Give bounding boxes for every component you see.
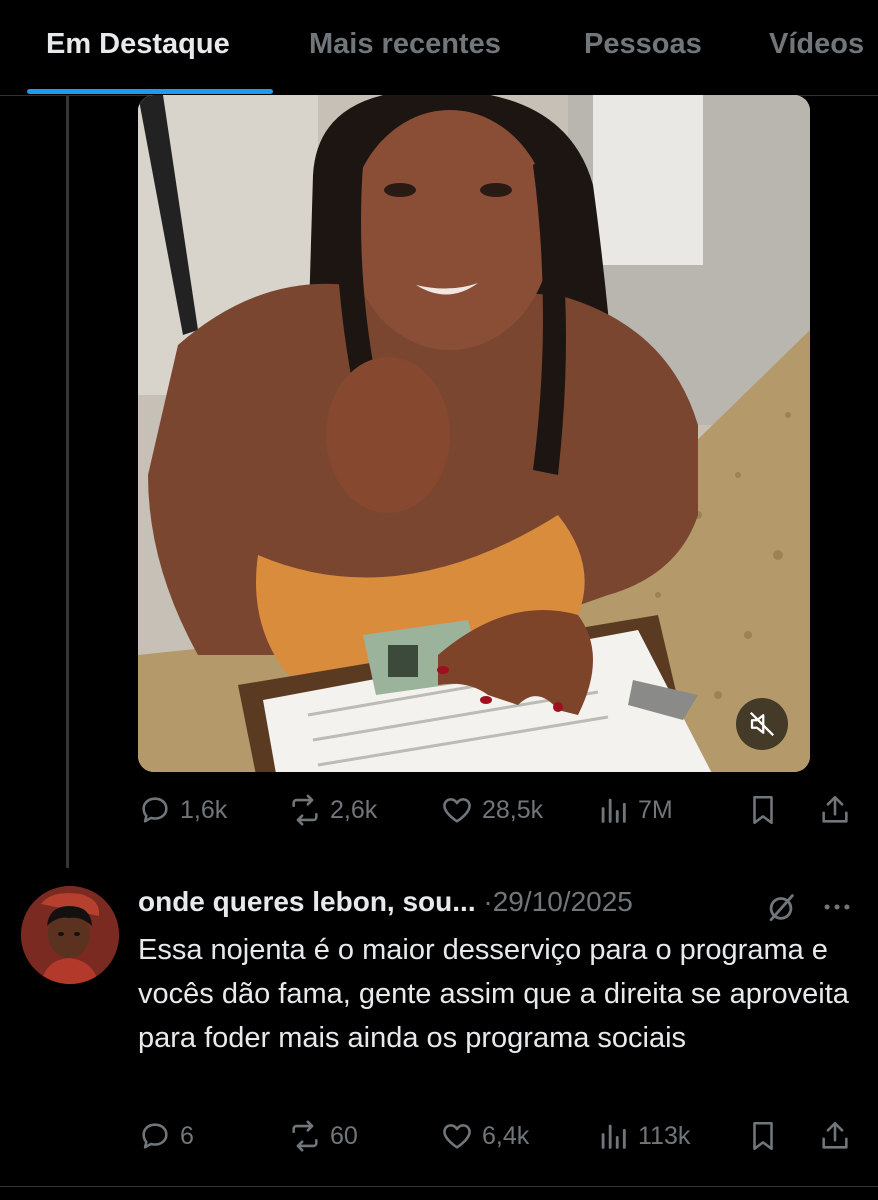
repost-icon <box>292 1120 318 1152</box>
like-button[interactable]: 28,5k <box>440 790 543 830</box>
reply-icon <box>142 1123 168 1149</box>
search-tabs: Em Destaque Mais recentes Pessoas Vídeos <box>0 0 878 96</box>
views-chart-icon <box>601 1124 626 1149</box>
like-count: 6,4k <box>482 1121 530 1150</box>
repost-button[interactable]: 2,6k <box>288 790 377 830</box>
reply-icon <box>142 797 168 823</box>
avatar-image <box>21 886 119 984</box>
post-action-bar: 1,6k 2,6k 28,5k 7M <box>138 790 860 830</box>
reply-text: Essa nojenta é o maior desserviço para o… <box>138 934 849 1054</box>
reply-button[interactable]: 6 <box>138 1116 194 1156</box>
tab-em-destaque[interactable]: Em Destaque <box>46 28 230 61</box>
mute-toggle-button[interactable] <box>736 698 788 750</box>
bookmark-icon <box>753 795 773 825</box>
avatar[interactable] <box>21 886 119 984</box>
like-count: 28,5k <box>482 795 544 824</box>
share-button[interactable] <box>818 790 852 830</box>
bookmark-button[interactable] <box>746 1116 780 1156</box>
heart-icon <box>443 798 471 823</box>
reply-action-bar: 6 60 6,4k 113k <box>138 1116 860 1156</box>
more-options-icon[interactable] <box>820 890 854 924</box>
reply-button[interactable]: 1,6k <box>138 790 227 830</box>
header-separator: · <box>483 886 493 917</box>
share-icon <box>822 795 848 823</box>
repost-count: 2,6k <box>330 795 378 824</box>
share-icon <box>822 1121 848 1149</box>
thread-connector-line <box>66 96 69 868</box>
reply-post[interactable]: onde queres lebon, sou... ·29/10/2025 Es… <box>0 868 878 1187</box>
author-name[interactable]: onde queres lebon, sou... <box>138 886 476 917</box>
like-button[interactable]: 6,4k <box>440 1116 529 1156</box>
tab-mais-recentes[interactable]: Mais recentes <box>309 28 501 61</box>
reply-header: onde queres lebon, sou... ·29/10/2025 <box>138 886 738 922</box>
repost-button[interactable]: 60 <box>288 1116 358 1156</box>
active-tab-indicator <box>27 89 273 94</box>
views-count: 7M <box>638 795 673 824</box>
post-video[interactable] <box>138 95 810 772</box>
views-count: 113k <box>638 1121 691 1150</box>
bookmark-button[interactable] <box>746 790 780 830</box>
views-button[interactable]: 7M <box>596 790 673 830</box>
tab-videos[interactable]: Vídeos <box>769 28 864 61</box>
video-frame-illustration <box>138 95 810 772</box>
tab-pessoas[interactable]: Pessoas <box>584 28 702 61</box>
bookmark-icon <box>753 1121 773 1151</box>
views-button[interactable]: 113k <box>596 1116 690 1156</box>
reply-count: 1,6k <box>180 795 228 824</box>
muted-speaker-icon <box>749 711 775 737</box>
post-date[interactable]: 29/10/2025 <box>493 886 633 917</box>
reply-count: 6 <box>180 1121 194 1150</box>
share-button[interactable] <box>818 1116 852 1156</box>
heart-icon <box>443 1124 471 1149</box>
grok-icon[interactable] <box>764 890 798 924</box>
repost-count: 60 <box>330 1121 358 1150</box>
views-chart-icon <box>601 798 626 823</box>
repost-icon <box>292 794 318 826</box>
